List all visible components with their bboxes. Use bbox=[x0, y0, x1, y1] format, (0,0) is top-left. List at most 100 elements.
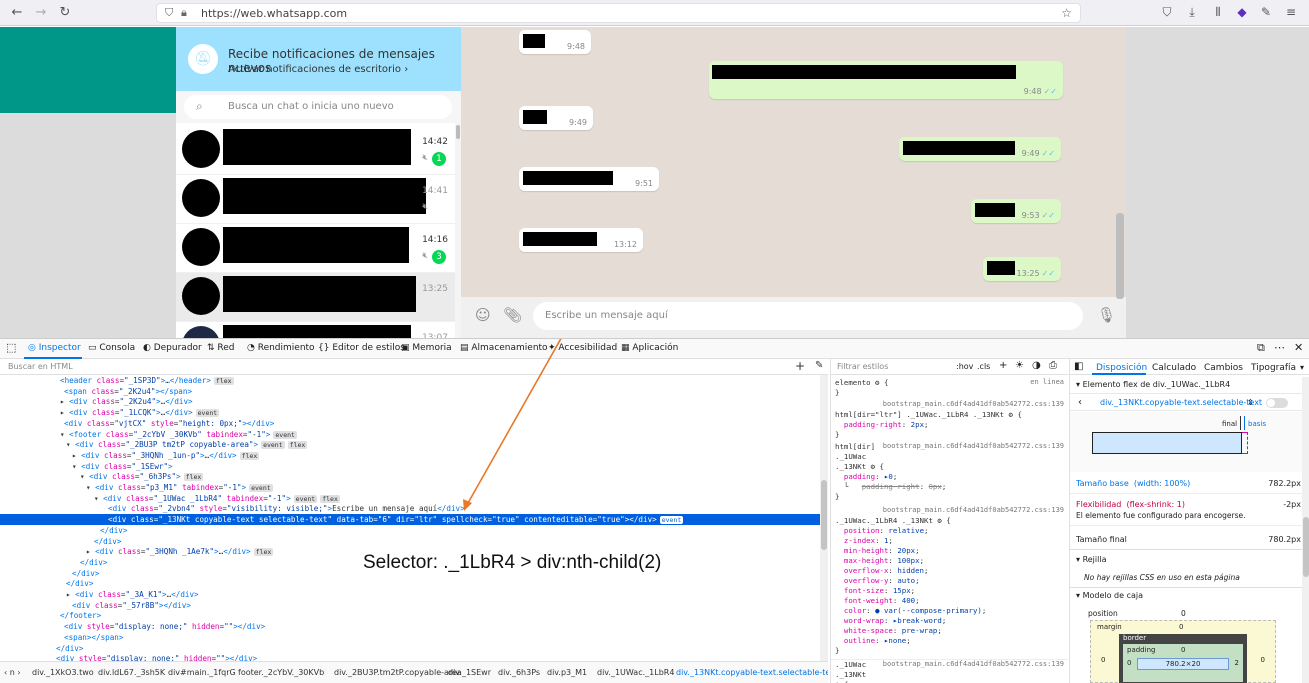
chat-list-item[interactable]: 14:41 🔇︎ bbox=[176, 175, 456, 224]
css-rule-line[interactable]: word-wrap: ▸break-word; bbox=[835, 616, 946, 626]
breadcrumb-item[interactable]: div.ldL67._3sh5K bbox=[98, 668, 165, 677]
css-rule-line[interactable]: overflow-y: auto; bbox=[835, 576, 920, 586]
css-rule-line[interactable]: ._1UWac bbox=[835, 452, 866, 462]
layout-scrollbar[interactable] bbox=[1302, 377, 1309, 683]
markup-node[interactable]: <div class="_2vbn4" style="visibility: v… bbox=[0, 503, 828, 514]
chat-list-item[interactable]: 14:16 🔇︎ 3 bbox=[176, 224, 456, 273]
markup-node[interactable]: ▸ <div class="_3HQNh _1un-p">…</div> flex bbox=[0, 450, 828, 461]
css-rule-line[interactable]: ._1UWac._1LbR4 ._13NKt ⚙ { bbox=[835, 516, 951, 526]
eyedropper-icon[interactable]: ✎ bbox=[815, 360, 823, 371]
more-options-icon[interactable]: ⋯ bbox=[1274, 341, 1285, 354]
cls-toggle[interactable]: .cls bbox=[977, 362, 990, 371]
flex-item-select[interactable]: div._13NKt.copyable-text.selectable-text bbox=[1100, 398, 1262, 407]
markup-node[interactable]: ▾ <div class="_2BU3P tm2tP copyable-area… bbox=[0, 439, 828, 450]
forward-icon[interactable]: → bbox=[32, 4, 50, 22]
breadcrumb-item[interactable]: div._1SEwr bbox=[448, 668, 491, 677]
breadcrumb-item[interactable]: div#main._1fqrG bbox=[168, 668, 236, 677]
breadcrumb-item[interactable]: div._1UWac._1LbR4 bbox=[597, 668, 674, 677]
outgoing-message[interactable]: 9:48 ✓✓ bbox=[709, 61, 1063, 99]
hov-toggle[interactable]: :hov bbox=[956, 362, 973, 371]
markup-node[interactable]: <div style="display: none;" hidden=""></… bbox=[0, 653, 828, 661]
breadcrumb-item[interactable]: div._13NKt.copyable-text.selectable-text bbox=[676, 668, 828, 677]
library-icon[interactable]: ⫴ bbox=[1210, 5, 1226, 20]
markup-node[interactable]: ▾ <footer class="_2cYbV _30KVb" tabindex… bbox=[0, 429, 828, 440]
css-rule-line[interactable]: font-weight: 400; bbox=[835, 596, 920, 606]
markup-node-selected[interactable]: <div class="_13NKt copyable-text selecta… bbox=[0, 514, 828, 526]
css-rule-line[interactable]: html[dir="ltr"] ._1UWac._1LbR4 ._13NKt ⚙… bbox=[835, 410, 1022, 420]
css-rule-line[interactable]: font-size: 15px; bbox=[835, 586, 915, 596]
breadcrumb-item[interactable]: div._2BU3P.tm2tP.copyable-area bbox=[334, 668, 462, 677]
light-mode-icon[interactable]: ☀ bbox=[1015, 360, 1024, 371]
markup-node[interactable]: </div> bbox=[0, 536, 828, 547]
pocket-icon[interactable]: ⛉ bbox=[1159, 5, 1175, 20]
breadcrumb-item[interactable]: footer._2cYbV._30KVb bbox=[238, 668, 324, 677]
markup-node[interactable]: ▸ <div class="_2K2u4">…</div> bbox=[0, 396, 828, 407]
emoji-icon[interactable]: ☺ bbox=[475, 306, 491, 324]
css-rule-line[interactable]: } bbox=[835, 430, 839, 440]
incoming-message[interactable]: 9:51 bbox=[519, 167, 659, 191]
tab-memory[interactable]: ▣ Memoria bbox=[401, 343, 452, 353]
reload-icon[interactable]: ↻ bbox=[56, 4, 74, 22]
html-search-input[interactable]: Buscar en HTML + ✎ bbox=[0, 359, 828, 375]
markup-node[interactable]: </div> bbox=[0, 578, 828, 589]
chevron-down-icon[interactable]: ▾ bbox=[1300, 363, 1304, 372]
highlight-toggle[interactable] bbox=[1266, 398, 1288, 408]
css-rule-line[interactable]: white-space: pre-wrap; bbox=[835, 626, 942, 636]
tab-computed[interactable]: Calculado bbox=[1152, 363, 1196, 373]
tab-style-editor[interactable]: {} Editor de estilos bbox=[318, 343, 405, 353]
tab-storage[interactable]: ▤ Almacenamiento bbox=[460, 343, 548, 353]
bookmark-star-icon[interactable]: ☆ bbox=[1061, 6, 1072, 20]
css-rule-line[interactable]: └ padding-right: 0px; bbox=[835, 482, 946, 492]
css-source-link[interactable]: bootstrap_main.c6df4ad41df0ab542772.css:… bbox=[883, 400, 1064, 408]
css-rule-line[interactable]: outline: ▸none; bbox=[835, 636, 911, 646]
dark-mode-icon[interactable]: ◑ bbox=[1032, 360, 1041, 371]
outgoing-message[interactable]: 9:53 ✓✓ bbox=[971, 199, 1061, 223]
back-icon[interactable]: ← bbox=[8, 4, 26, 22]
css-source-link[interactable]: bootstrap_main.c6df4ad41df0ab542772.css:… bbox=[883, 660, 1064, 668]
incoming-message[interactable]: 13:12 bbox=[519, 228, 643, 252]
tab-accessibility[interactable]: ✦ Accesibilidad bbox=[548, 343, 617, 353]
markup-node[interactable]: ▾ <div class="_1UWac _1LbR4" tabindex="-… bbox=[0, 493, 828, 504]
css-rule-line[interactable]: padding-right: 2px; bbox=[835, 420, 929, 430]
css-rule-line[interactable]: padding: ▸0; bbox=[835, 472, 897, 482]
incoming-message[interactable]: 9:49 bbox=[519, 106, 593, 130]
outgoing-message[interactable]: 13:25 ✓✓ bbox=[983, 257, 1061, 281]
css-rule-line[interactable]: ._13NKt ⚙ { bbox=[835, 462, 884, 472]
extension-icon[interactable]: ◆ bbox=[1234, 5, 1250, 19]
markup-node[interactable]: <div style="display: none;" hidden=""></… bbox=[0, 621, 828, 632]
tab-debugger[interactable]: ◐ Depurador bbox=[143, 343, 202, 353]
outgoing-message[interactable]: 9:49 ✓✓ bbox=[899, 137, 1061, 161]
markup-node[interactable]: <span></span> bbox=[0, 632, 828, 643]
chat-list-item[interactable]: 13:07 bbox=[176, 322, 456, 338]
markup-node[interactable]: <div class="vjtCX" style="height: 0px;">… bbox=[0, 418, 828, 429]
css-rule-line[interactable]: overflow-x: hidden; bbox=[835, 566, 929, 576]
notification-banner[interactable]: 🔕︎ Recibe notificaciones de mensajes nue… bbox=[176, 27, 461, 91]
add-node-icon[interactable]: + bbox=[795, 359, 805, 373]
css-rule-line[interactable]: max-height: 100px; bbox=[835, 556, 924, 566]
menu-icon[interactable]: ≡ bbox=[1283, 5, 1299, 19]
tab-layout[interactable]: Disposición bbox=[1096, 363, 1147, 373]
chat-list-item[interactable]: 14:42 🔇︎ 1 bbox=[176, 126, 456, 175]
back-icon[interactable]: ‹ bbox=[1078, 397, 1082, 408]
css-rule-line[interactable]: } bbox=[835, 646, 839, 656]
css-rule-line[interactable]: min-height: 20px; bbox=[835, 546, 920, 556]
markup-node[interactable]: ▾ <div class="_1SEwr"> bbox=[0, 461, 828, 472]
sidebar-toggle-icon[interactable]: ◧ bbox=[1074, 361, 1083, 372]
box-model-header[interactable]: ▾ Modelo de caja bbox=[1076, 591, 1143, 600]
print-icon[interactable]: ⎙ bbox=[1049, 360, 1057, 371]
breadcrumb-item[interactable]: div._1XkO3.two bbox=[32, 668, 94, 677]
tab-fonts[interactable]: Tipografía bbox=[1251, 363, 1296, 373]
download-icon[interactable]: ⤓ bbox=[1184, 5, 1200, 20]
url-bar[interactable]: ⛉ 🔒︎ https://web.whatsapp.com ☆ bbox=[156, 3, 1081, 23]
markup-node[interactable]: </div> bbox=[0, 525, 828, 536]
incoming-message[interactable]: 9:48 bbox=[519, 30, 591, 54]
css-rule-line[interactable]: ._13NKt bbox=[835, 670, 866, 680]
markup-node[interactable]: <div class="_57r8B"></div> bbox=[0, 600, 828, 611]
markup-node[interactable]: ▾ <div class="_6h3Ps"> flex bbox=[0, 471, 828, 482]
microphone-icon[interactable]: 🎙︎ bbox=[1097, 306, 1116, 324]
markup-node[interactable]: ▸ <div class="_1LCQK">…</div> event bbox=[0, 407, 828, 418]
tab-changes[interactable]: Cambios bbox=[1204, 363, 1243, 373]
css-source-link[interactable]: bootstrap_main.c6df4ad41df0ab542772.css:… bbox=[883, 506, 1064, 514]
pick-element-icon[interactable]: ⬚ bbox=[6, 341, 16, 354]
filter-styles-input[interactable]: Filtrar estilos bbox=[837, 362, 888, 371]
